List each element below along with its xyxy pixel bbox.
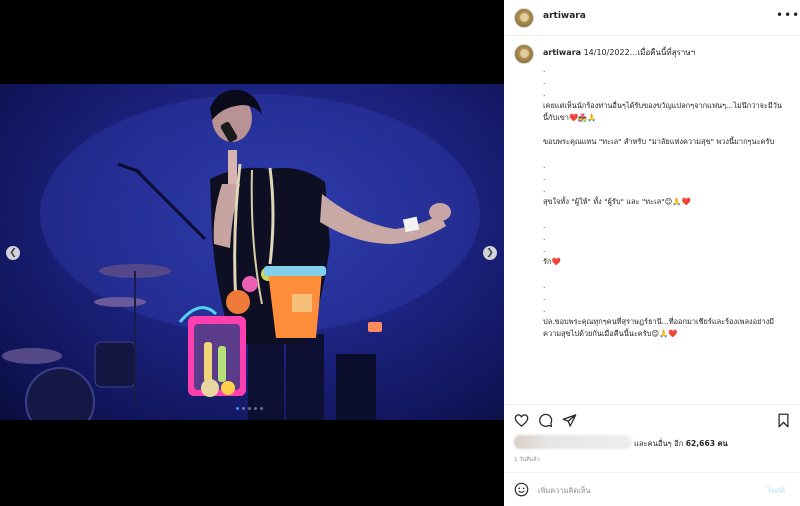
- post-side-panel: artiwara ••• artiwara 14/10/2022...เมื่อ…: [504, 0, 800, 506]
- post-media: ❮ ❯: [0, 0, 504, 506]
- caption-line: [543, 124, 783, 136]
- bookmark-icon[interactable]: [776, 413, 791, 428]
- carousel-dot: [260, 407, 263, 410]
- likes-summary: และคนอื่นๆ อีก 62,663 คน: [514, 434, 794, 452]
- carousel-indicator: [236, 407, 263, 410]
- caption-header: artiwara 14/10/2022...เมื่อคืนนี้ที่สุรา…: [543, 46, 695, 59]
- caption-line: .: [543, 173, 546, 182]
- caption-line: .: [543, 245, 546, 254]
- post-photo[interactable]: [0, 84, 504, 420]
- carousel-dot: [236, 407, 239, 410]
- caption-line: [543, 208, 783, 220]
- comment-bar: โพสต์: [504, 472, 800, 506]
- emoji-icon[interactable]: [514, 482, 529, 497]
- more-options-button[interactable]: •••: [776, 8, 800, 22]
- caption-line: [543, 268, 783, 280]
- concert-photo-illustration: [2, 89, 480, 420]
- caption-line: ขอบพระคุณแทน "ทะเล" สำหรับ "มาลัยแห่งควา…: [543, 137, 775, 146]
- caption-line: .: [543, 89, 546, 98]
- post-comment-button[interactable]: โพสต์: [767, 485, 785, 497]
- caption-headline: 14/10/2022...เมื่อคืนนี้ที่สุราษฯ: [583, 48, 696, 57]
- carousel-next-button[interactable]: ❯: [483, 246, 497, 260]
- caption-text: ... เคยแต่เห็นนักร้องท่านอื่นๆได้รับของขว…: [543, 64, 783, 340]
- caption-line: .: [543, 281, 546, 290]
- chevron-right-icon: ❯: [486, 247, 494, 258]
- caption-line: .: [543, 65, 546, 74]
- caption-line: .: [543, 77, 546, 86]
- caption-line: .: [543, 221, 546, 230]
- likes-suffix: คน: [717, 439, 728, 448]
- action-bar: [504, 404, 800, 434]
- comment-icon[interactable]: [538, 413, 553, 428]
- likes-prefix: และคนอื่นๆ อีก: [634, 439, 684, 448]
- likes-number: 62,663: [685, 439, 716, 448]
- post-timestamp[interactable]: 1 วันที่แล้ว: [514, 456, 540, 464]
- caption-line: [543, 148, 783, 160]
- caption-line: รัก❤️: [543, 257, 561, 266]
- comment-input[interactable]: [538, 483, 738, 497]
- like-heart-icon[interactable]: [514, 413, 529, 428]
- caption-line: .: [543, 233, 546, 242]
- post-header: artiwara •••: [504, 0, 800, 36]
- carousel-prev-button[interactable]: ❮: [6, 246, 20, 260]
- caption-username[interactable]: artiwara: [543, 48, 581, 57]
- caption-line: สุขใจทั้ง "ผู้ให้" ทั้ง "ผู้รับ" และ "ทะ…: [543, 197, 691, 206]
- carousel-dot: [254, 407, 257, 410]
- carousel-dot: [248, 407, 251, 410]
- chevron-left-icon: ❮: [9, 247, 17, 258]
- caption-line: .: [543, 305, 546, 314]
- share-icon[interactable]: [562, 413, 577, 428]
- avatar[interactable]: [514, 8, 534, 28]
- caption-line: .: [543, 161, 546, 170]
- caption-line: .: [543, 293, 546, 302]
- caption-area: artiwara 14/10/2022...เมื่อคืนนี้ที่สุรา…: [504, 36, 800, 404]
- caption-line: เคยแต่เห็นนักร้องท่านอื่นๆได้รับของขวัญแ…: [543, 101, 782, 122]
- carousel-dot: [242, 407, 245, 410]
- header-username[interactable]: artiwara: [543, 11, 586, 21]
- likers-avatars[interactable]: [514, 435, 632, 449]
- caption-line: ปล.ขอบพระคุณทุกๆคนที่สุราษฎร์ธานี...ที่อ…: [543, 317, 775, 338]
- caption-avatar[interactable]: [514, 44, 534, 64]
- caption-line: .: [543, 185, 546, 194]
- likes-count[interactable]: และคนอื่นๆ อีก 62,663 คน: [634, 438, 728, 450]
